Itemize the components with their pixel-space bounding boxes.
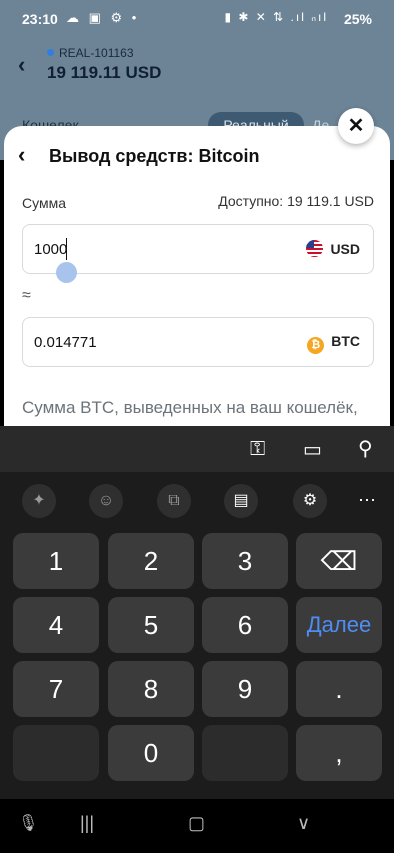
btc-amount-input[interactable]: 0.014771 ₿ BTC <box>22 317 374 367</box>
btc-amount-value: 0.014771 <box>34 334 97 351</box>
btc-currency: ₿ BTC <box>307 333 360 354</box>
key-9[interactable]: 9 <box>202 661 288 717</box>
key-2[interactable]: 2 <box>108 533 194 589</box>
more-icon[interactable]: ⋯ <box>358 490 376 511</box>
us-flag-icon <box>306 240 324 257</box>
status-time: 23:10 <box>22 11 58 27</box>
bitcoin-icon: ₿ <box>307 337 325 354</box>
close-button[interactable]: ✕ <box>338 108 374 144</box>
status-left-icons: ☁ ▣ ⚙ • <box>66 10 140 25</box>
amount-label: Сумма <box>22 195 66 211</box>
system-nav-bar: 🎙 ||| ▢ ∨ <box>0 799 394 853</box>
home-icon[interactable]: ▢ <box>188 813 205 834</box>
account-balance: 19 119.11 USD <box>47 63 162 82</box>
usd-amount-value: 1000 <box>34 241 68 258</box>
microphone-icon[interactable]: 🎙 <box>18 813 38 833</box>
key-7[interactable]: 7 <box>13 661 99 717</box>
key-5[interactable]: 5 <box>108 597 194 653</box>
emoji-icon[interactable]: ☺ <box>89 484 123 518</box>
key-6[interactable]: 6 <box>202 597 288 653</box>
status-right-icons: ▮ ✱ ✕ ⇅ .ıl ₙıl <box>224 10 328 24</box>
location-icon[interactable]: ⚲ <box>358 436 373 461</box>
battery-level: 25% <box>343 11 372 27</box>
available-balance: Доступно: 19 119.1 USD <box>218 193 374 209</box>
key-comma[interactable]: , <box>296 725 382 781</box>
account-status-dot <box>47 49 54 56</box>
keyboard-toolbar: ✦ ☺ ⧉ ▤ ⚙ ⋯ <box>0 474 394 524</box>
text-cursor <box>66 238 67 260</box>
page-title: Вывод средств: Bitcoin <box>49 146 260 166</box>
key-1[interactable]: 1 <box>13 533 99 589</box>
close-icon: ✕ <box>347 115 365 137</box>
back-nav-icon[interactable]: ∨ <box>297 813 310 834</box>
backspace-icon: ⌫ <box>320 546 358 576</box>
translate-icon[interactable]: ⧉ <box>157 484 191 518</box>
header-back-button[interactable]: ‹ <box>18 52 25 78</box>
account-id-text: REAL-101163 <box>59 46 134 60</box>
status-bar: 23:10 ☁ ▣ ⚙ • ▮ ✱ ✕ ⇅ .ıl ₙıl 25% <box>0 0 394 36</box>
gear-icon[interactable]: ⚙ <box>293 484 327 518</box>
recent-apps-icon[interactable]: ||| <box>80 813 94 834</box>
key-icon[interactable]: ⚿ <box>250 438 265 461</box>
card-icon[interactable]: ▭ <box>303 437 322 462</box>
account-id: REAL-101163 <box>47 46 134 60</box>
key-period[interactable]: . <box>296 661 382 717</box>
btc-currency-label: BTC <box>331 333 360 349</box>
approx-symbol: ≈ <box>22 287 31 304</box>
next-key[interactable]: Далее <box>296 597 382 653</box>
usd-currency: USD <box>306 240 360 257</box>
key-4[interactable]: 4 <box>13 597 99 653</box>
key-blank <box>202 725 288 781</box>
clipboard-icon[interactable]: ▤ <box>224 484 258 518</box>
numeric-keyboard: ⚿ ▭ ⚲ ✦ ☺ ⧉ ▤ ⚙ ⋯ 1 2 3 ⌫ 4 5 6 Далее 7 … <box>0 426 394 853</box>
autofill-bar: ⚿ ▭ ⚲ <box>0 426 394 472</box>
usd-currency-label: USD <box>330 241 360 257</box>
key-blank <box>13 725 99 781</box>
cursor-handle[interactable] <box>56 262 77 283</box>
key-3[interactable]: 3 <box>202 533 288 589</box>
sparkle-icon[interactable]: ✦ <box>22 484 56 518</box>
sheet-back-button[interactable]: ‹ <box>18 142 25 168</box>
key-8[interactable]: 8 <box>108 661 194 717</box>
backspace-key[interactable]: ⌫ <box>296 533 382 589</box>
key-0[interactable]: 0 <box>108 725 194 781</box>
